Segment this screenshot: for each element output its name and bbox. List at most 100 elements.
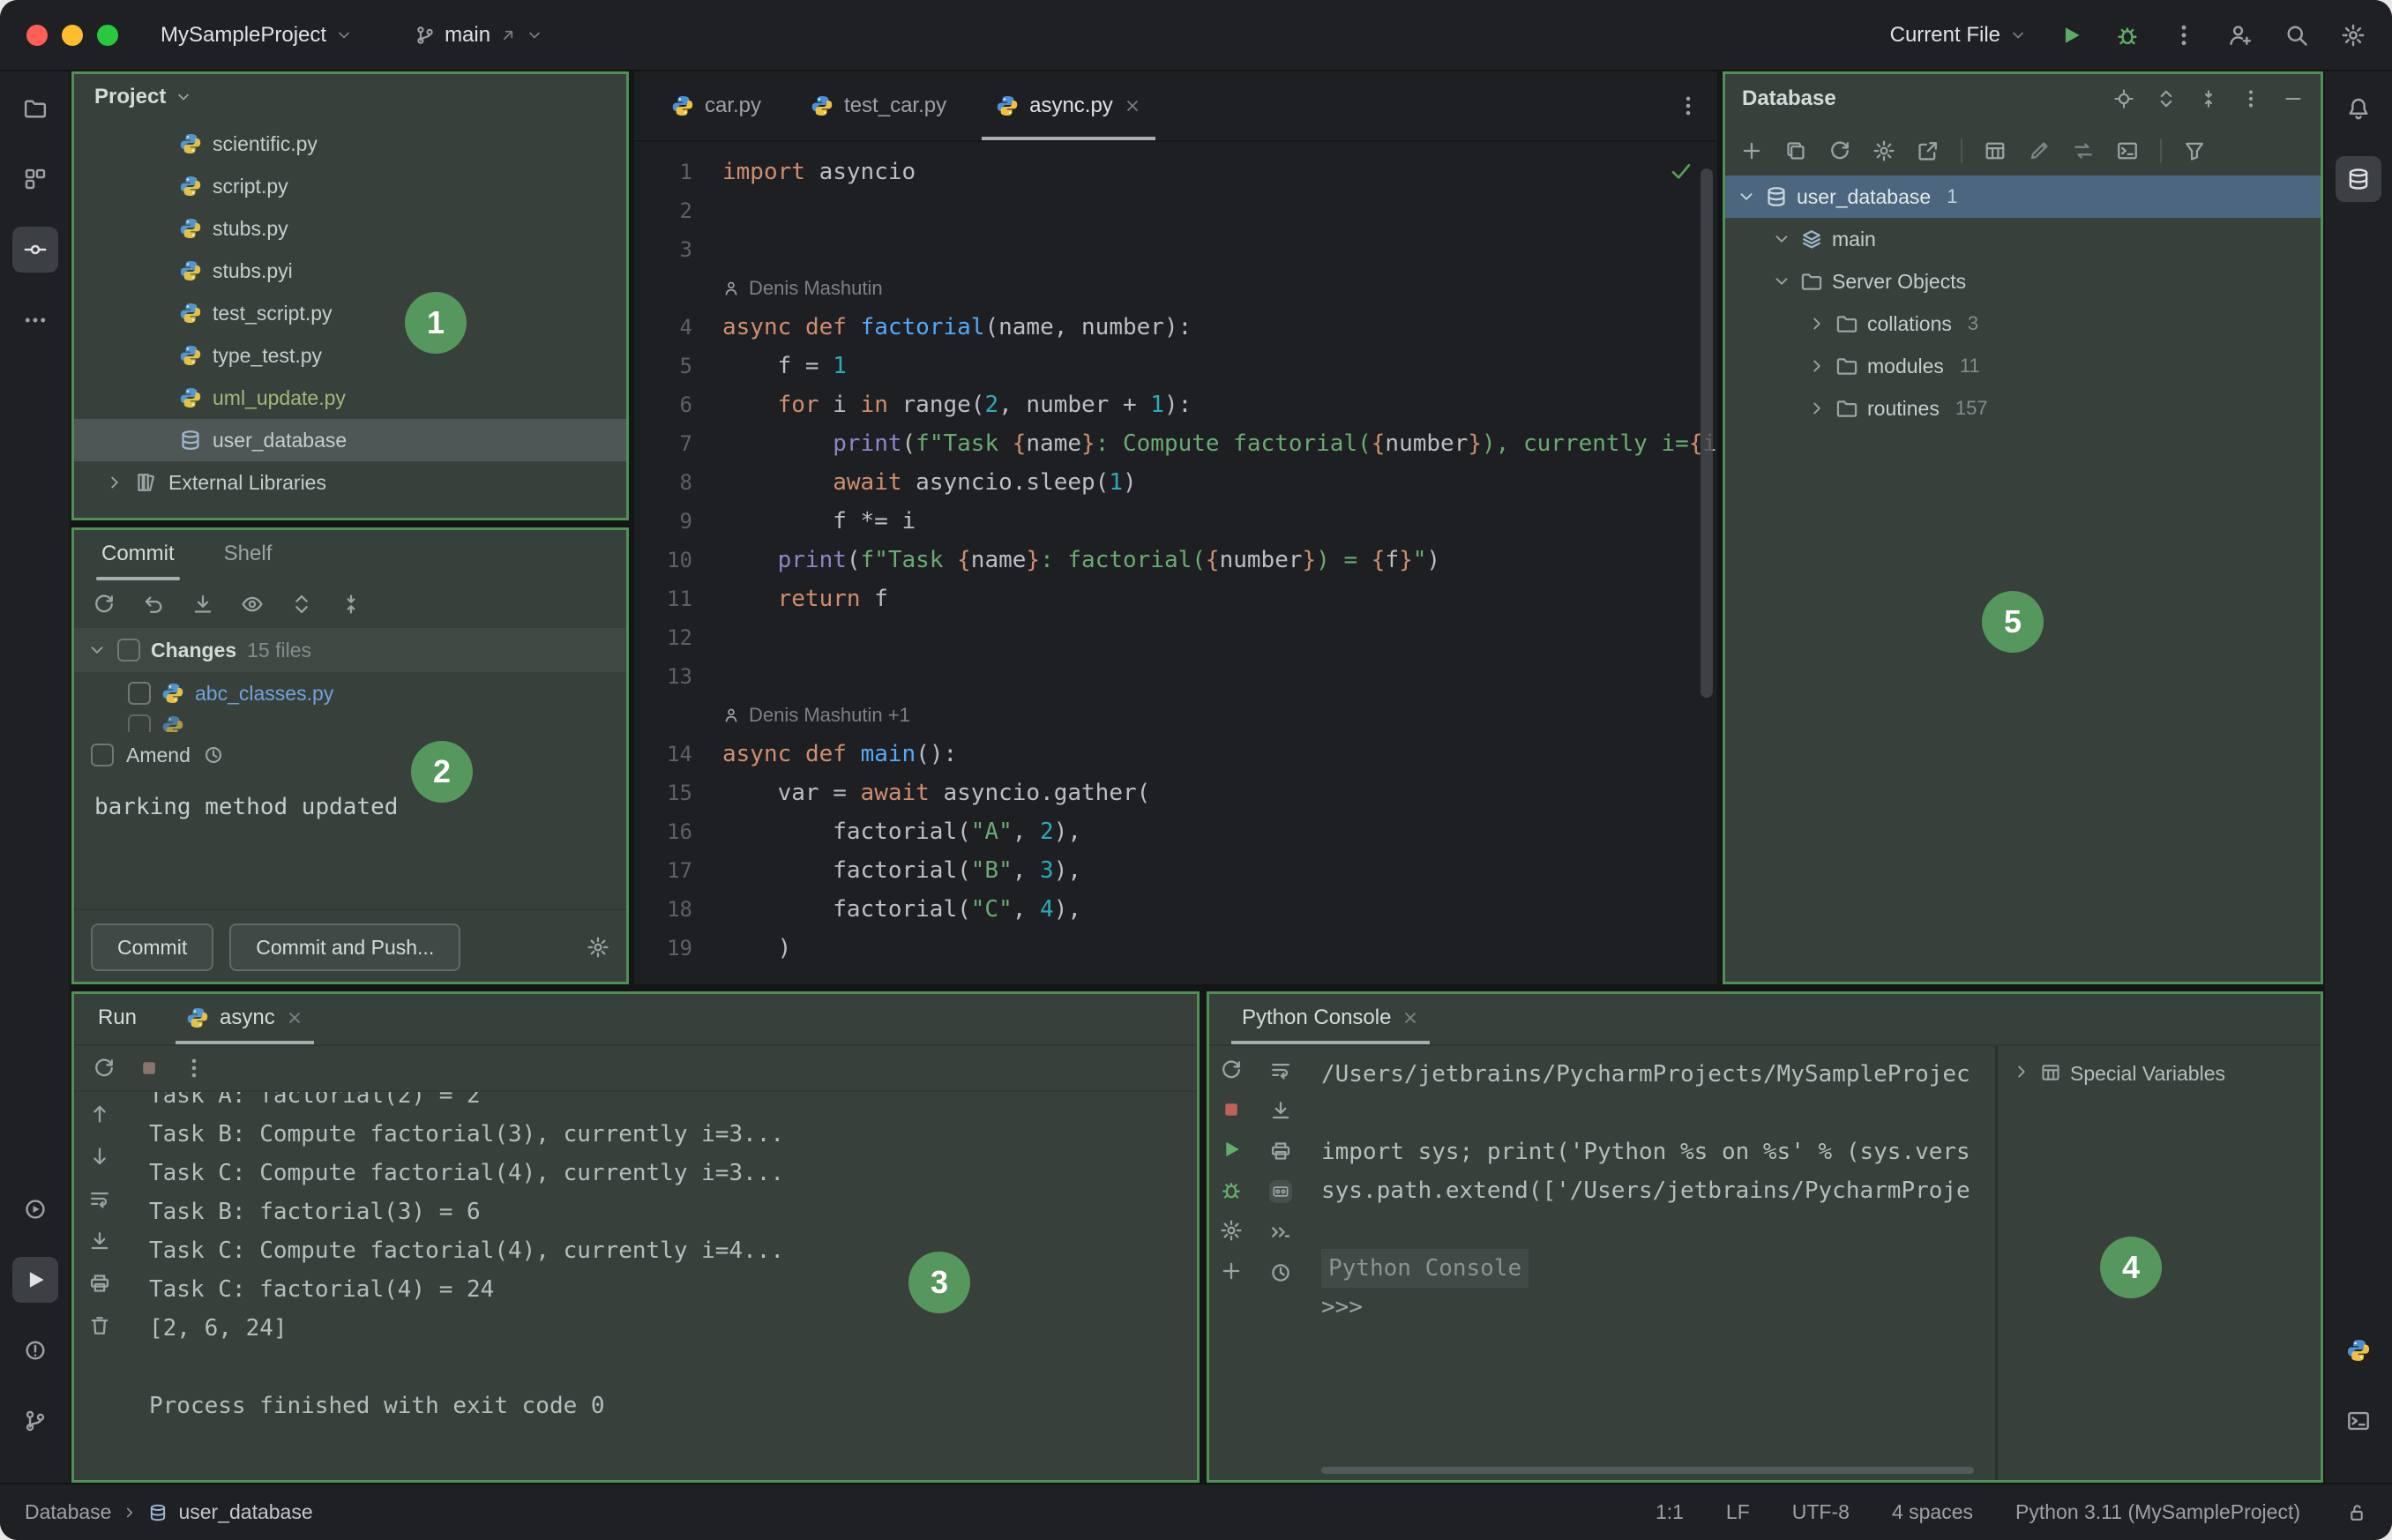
project-item-stubs-pyi[interactable]: stubs.pyi: [71, 250, 629, 292]
commit-history-icon[interactable]: [203, 744, 224, 766]
project-item-user_database[interactable]: user_database: [71, 419, 629, 461]
close-window-button[interactable]: [26, 25, 48, 46]
print-icon[interactable]: [88, 1272, 111, 1295]
commit-message-input[interactable]: barking method updated: [71, 778, 629, 908]
file-checkbox[interactable]: [128, 682, 151, 705]
submit-changes-icon[interactable]: [2072, 139, 2095, 162]
project-item-uml_update-py[interactable]: uml_update.py: [71, 377, 629, 419]
status-item[interactable]: LF: [1726, 1500, 1750, 1524]
hide-panel-icon[interactable]: [2283, 88, 2304, 109]
db-node-user_database[interactable]: user_database1: [1723, 176, 2323, 218]
breadcrumb-user-database[interactable]: user_database: [178, 1500, 312, 1524]
code-line[interactable]: 10 print(f"Task {name}: factorial({numbe…: [634, 541, 1717, 579]
version-control-tool-button[interactable]: [12, 1398, 58, 1444]
locate-icon[interactable]: [2113, 88, 2134, 109]
collapse-all-icon[interactable]: [340, 593, 363, 616]
print-icon[interactable]: [1269, 1140, 1292, 1162]
close-tab-icon[interactable]: [1402, 1009, 1419, 1027]
shelve-icon[interactable]: [191, 593, 214, 616]
commit-button[interactable]: Commit: [91, 923, 213, 971]
rerun-console-icon[interactable]: [1220, 1058, 1243, 1081]
code-line[interactable]: 5 f = 1: [634, 347, 1717, 385]
scroll-to-end-icon[interactable]: [88, 1230, 111, 1252]
debug-button[interactable]: [2115, 23, 2140, 48]
terminal-tool-button[interactable]: [2336, 1398, 2381, 1444]
editor-tab-test_car-py[interactable]: test_car.py: [786, 71, 971, 140]
zoom-window-button[interactable]: [97, 25, 118, 46]
status-item[interactable]: 1:1: [1656, 1500, 1684, 1524]
commit-file-row[interactable]: abc_classes.py: [71, 672, 629, 714]
preview-diff-icon[interactable]: [241, 593, 264, 616]
more-tool-windows-button[interactable]: [12, 297, 58, 343]
code-line[interactable]: 3: [634, 230, 1717, 269]
code-line[interactable]: 16 factorial("A", 2),: [634, 812, 1717, 851]
project-item-script-py[interactable]: script.py: [71, 165, 629, 207]
db-node-collations[interactable]: collations3: [1723, 303, 2323, 345]
scroll-to-end-icon[interactable]: [1269, 1099, 1292, 1122]
edit-icon[interactable]: [2028, 139, 2051, 162]
run-button[interactable]: [2059, 23, 2083, 48]
changes-checkbox[interactable]: [117, 639, 140, 662]
duplicate-icon[interactable]: [1784, 139, 1807, 162]
code-line[interactable]: 11 return f: [634, 579, 1717, 618]
branch-switcher[interactable]: main: [415, 23, 543, 48]
new-item-icon[interactable]: [1740, 139, 1763, 162]
chevron-right-icon[interactable]: [2012, 1062, 2031, 1081]
project-tool-button[interactable]: [12, 86, 58, 131]
run-output[interactable]: Task A: factorial(2) = 2Task B: Compute …: [128, 1092, 1200, 1483]
run-tool-button[interactable]: [12, 1257, 58, 1303]
rollback-icon[interactable]: [142, 593, 165, 616]
expand-all-icon[interactable]: [290, 593, 313, 616]
code-line[interactable]: 2: [634, 191, 1717, 230]
code-line[interactable]: 7 print(f"Task {name}: Compute factorial…: [634, 424, 1717, 463]
code-with-me-icon[interactable]: [2228, 23, 2253, 48]
tab-shelf[interactable]: Shelf: [219, 527, 278, 580]
refresh-icon[interactable]: [93, 593, 116, 616]
code-line[interactable]: 4async def factorial(name, number):: [634, 308, 1717, 347]
code-line[interactable]: 9 f *= i: [634, 502, 1717, 541]
db-node-server-objects[interactable]: Server Objects: [1723, 260, 2323, 303]
project-item-type_test-py[interactable]: type_test.py: [71, 334, 629, 377]
db-node-routines[interactable]: routines157: [1723, 387, 2323, 430]
project-item-stubs-py[interactable]: stubs.py: [71, 207, 629, 250]
query-console-icon[interactable]: [2116, 139, 2139, 162]
project-panel-header[interactable]: Project: [71, 71, 629, 123]
new-console-icon[interactable]: [1220, 1260, 1243, 1282]
new-table-icon[interactable]: [1984, 139, 2007, 162]
editor-tab-car-py[interactable]: car.py: [647, 71, 786, 140]
editor-tab-options-icon[interactable]: [1677, 94, 1700, 117]
status-item[interactable]: 4 spaces: [1892, 1500, 1973, 1524]
amend-checkbox[interactable]: [91, 744, 114, 766]
show-prompt-icon[interactable]: [1269, 1221, 1292, 1244]
status-item[interactable]: Python 3.11 (MySampleProject): [2015, 1500, 2300, 1524]
structure-tool-button[interactable]: [12, 156, 58, 202]
execute-icon[interactable]: [1220, 1138, 1243, 1161]
database-tool-button[interactable]: [2336, 156, 2381, 202]
code-line[interactable]: 18 factorial("C", 4),: [634, 890, 1717, 929]
code-editor[interactable]: 1import asyncio23Denis Mashutin4async de…: [634, 142, 1717, 984]
run-configuration-selector[interactable]: Current File: [1890, 23, 2027, 48]
refresh-icon[interactable]: [1828, 139, 1851, 162]
project-item-external-libraries[interactable]: External Libraries: [71, 461, 629, 504]
code-line[interactable]: 8 await asyncio.sleep(1): [634, 463, 1717, 502]
breadcrumb-database[interactable]: Database: [25, 1500, 111, 1524]
db-node-modules[interactable]: modules11: [1723, 345, 2323, 387]
filter-icon[interactable]: [2183, 139, 2206, 162]
python-console-tab[interactable]: Python Console: [1231, 991, 1430, 1044]
jump-to-ddl-icon[interactable]: [1917, 139, 1940, 162]
inspection-ok-icon[interactable]: [1668, 158, 1694, 184]
commit-options-gear-icon[interactable]: [587, 936, 609, 959]
editor-tab-async-py[interactable]: async.py: [971, 71, 1166, 140]
editor-scrollbar[interactable]: [1701, 168, 1713, 698]
code-line[interactable]: 13: [634, 657, 1717, 696]
collapse-all-icon[interactable]: [2198, 88, 2219, 109]
tab-commit[interactable]: Commit: [96, 527, 180, 580]
soft-wrap-icon[interactable]: [1269, 1058, 1292, 1081]
code-line[interactable]: 17 factorial("B", 3),: [634, 851, 1717, 890]
code-line[interactable]: 15 var = await asyncio.gather(: [634, 774, 1717, 812]
expand-icon[interactable]: [2156, 88, 2177, 109]
data-source-settings-icon[interactable]: [1872, 139, 1895, 162]
settings-icon[interactable]: [2341, 23, 2366, 48]
search-everywhere-icon[interactable]: [2284, 23, 2309, 48]
project-item-scientific-py[interactable]: scientific.py: [71, 123, 629, 165]
